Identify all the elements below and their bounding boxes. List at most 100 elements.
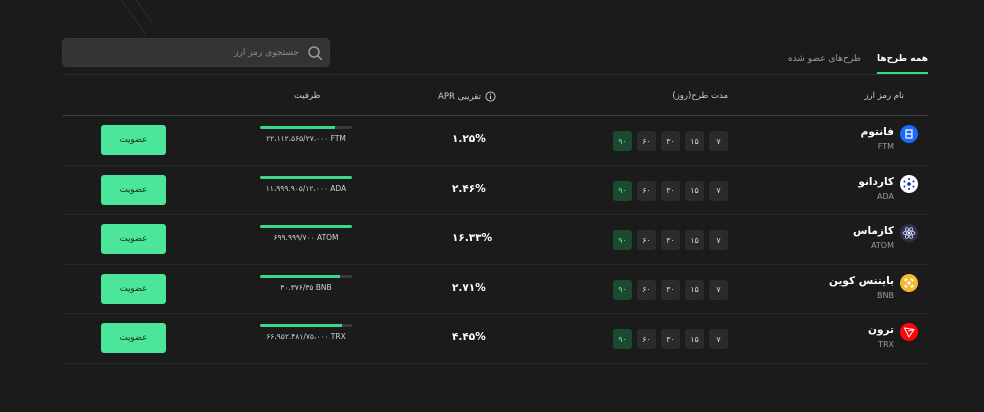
period-option-button[interactable]: ۶۰ xyxy=(637,180,656,201)
crypto-name: کازماس xyxy=(852,225,894,237)
period-option-button[interactable]: ۹۰ xyxy=(613,279,632,300)
period-option-button[interactable]: ۶۰ xyxy=(637,131,656,151)
apr-value: ۲.۴۶% xyxy=(452,182,486,195)
period-option-button[interactable]: ۹۰ xyxy=(613,329,632,349)
search-input[interactable] xyxy=(71,43,299,63)
tron-icon xyxy=(900,323,918,341)
crypto-text: فانتوم FTM xyxy=(861,125,894,151)
crypto-cell: بایننس کوین BNB xyxy=(829,273,918,300)
table-row: بایننس کوین BNB ۷ ۱۵ ۳۰ ۶۰ ۹۰ ۲.۷۱% ۳۰.۳۷۶/۳… xyxy=(62,265,928,314)
capacity-progress-fill xyxy=(260,175,352,179)
crypto-text: کاردانو ADA xyxy=(858,175,894,201)
capacity-progress-fill xyxy=(260,126,336,129)
crypto-text: کازماس ATOM xyxy=(853,224,894,250)
period-selector: ۷ ۱۵ ۳۰ ۶۰ ۹۰ xyxy=(613,131,728,151)
period-option-button[interactable]: ۱۵ xyxy=(685,279,704,300)
tab-joined-plans[interactable]: طرح‌های عضو شده xyxy=(788,50,861,74)
crypto-cell: فانتوم FTM xyxy=(861,125,918,151)
capacity-cell: ۱۱،۹۹۹.۹۰۵/۱۲،۰۰۰ ADA xyxy=(260,175,352,193)
period-option-button[interactable]: ۶۰ xyxy=(637,230,656,250)
crypto-name: فانتوم xyxy=(860,126,894,138)
apr-value: ۱.۲۵% xyxy=(452,133,486,145)
period-option-button[interactable]: ۳۰ xyxy=(661,230,680,250)
crypto-symbol: FTM xyxy=(877,142,894,151)
crypto-cell: ترون TRX xyxy=(868,323,918,349)
table-row: کازماس ATOM ۷ ۱۵ ۳۰ ۶۰ ۹۰ ۱۶.۳۳% ۶۹۹.۹۹۹/۷۰۰… xyxy=(62,215,928,265)
capacity-text: ۶۶،۹۵۲.۴۸۱/۷۵،۰۰۰ TRX xyxy=(266,332,346,341)
period-option-button[interactable]: ۷ xyxy=(709,131,728,151)
period-option-button[interactable]: ۱۵ xyxy=(685,230,704,250)
capacity-text: ۶۹۹.۹۹۹/۷۰۰ ATOM xyxy=(273,233,339,242)
join-button[interactable]: عضویت xyxy=(101,224,166,254)
binance-coin-icon xyxy=(900,273,918,292)
capacity-progress-bar xyxy=(260,225,352,228)
apr-value: ۲.۷۱% xyxy=(452,281,486,294)
search-box[interactable] xyxy=(62,38,330,67)
period-option-button[interactable]: ۱۵ xyxy=(685,180,704,201)
period-option-button[interactable]: ۶۰ xyxy=(637,329,656,349)
crypto-cell: کاردانو ADA xyxy=(858,174,918,201)
period-option-button[interactable]: ۷ xyxy=(709,279,728,300)
period-option-button[interactable]: ۷ xyxy=(709,230,728,250)
header-capacity: ظرفیت xyxy=(294,91,321,101)
header-crypto-name: نام رمز ارز xyxy=(864,91,904,101)
capacity-progress-bar xyxy=(260,274,352,278)
join-button[interactable]: عضویت xyxy=(101,273,166,304)
period-selector: ۷ ۱۵ ۳۰ ۶۰ ۹۰ xyxy=(613,180,728,201)
table-row: کاردانو ADA ۷ ۱۵ ۳۰ ۶۰ ۹۰ ۲.۴۶% ۱۱،۹۹۹.۹۰۵/۱… xyxy=(62,166,928,215)
table-body: فانتوم FTM ۷ ۱۵ ۳۰ ۶۰ ۹۰ ۱.۲۵% ۲۲،۱۱۲،۵۶۵/۲۷… xyxy=(62,116,928,364)
header-apr-label: APR تقریبی xyxy=(438,91,481,102)
crypto-symbol: BNB xyxy=(877,290,894,300)
capacity-progress-bar xyxy=(260,126,352,129)
period-option-button[interactable]: ۱۵ xyxy=(685,131,704,151)
period-option-button[interactable]: ۳۰ xyxy=(661,329,680,349)
join-button[interactable]: عضویت xyxy=(101,323,166,353)
join-button[interactable]: عضویت xyxy=(101,125,166,155)
fantom-icon xyxy=(900,125,918,143)
crypto-symbol: ATOM xyxy=(871,241,894,250)
period-option-button[interactable]: ۹۰ xyxy=(613,180,632,201)
capacity-progress-bar xyxy=(260,175,352,179)
tab-bar: همه طرح‌ها طرح‌های عضو شده xyxy=(788,50,928,74)
crypto-name: بایننس کوین xyxy=(829,274,894,287)
period-selector: ۷ ۱۵ ۳۰ ۶۰ ۹۰ xyxy=(613,329,728,349)
capacity-progress-fill xyxy=(260,225,352,228)
period-selector: ۷ ۱۵ ۳۰ ۶۰ ۹۰ xyxy=(613,279,728,300)
period-option-button[interactable]: ۳۰ xyxy=(661,279,680,300)
cosmos-icon xyxy=(900,224,918,242)
background-decoration-line xyxy=(128,0,153,23)
staking-table: نام رمز ارز مدت طرح(روز) APR تقریبی ظرفی… xyxy=(62,74,928,364)
capacity-text: ۳۰.۳۷۶/۳۵ BNB xyxy=(280,282,332,292)
info-icon[interactable] xyxy=(485,91,496,102)
capacity-cell: ۶۶،۹۵۲.۴۸۱/۷۵،۰۰۰ TRX xyxy=(260,324,352,341)
period-option-button[interactable]: ۳۰ xyxy=(661,131,680,151)
join-button[interactable]: عضویت xyxy=(101,174,166,205)
period-option-button[interactable]: ۹۰ xyxy=(613,230,632,250)
capacity-cell: ۳۰.۳۷۶/۳۵ BNB xyxy=(260,274,352,292)
apr-value: ۱۶.۳۳% xyxy=(452,232,493,244)
crypto-name: کاردانو xyxy=(858,175,894,188)
cardano-icon xyxy=(900,174,918,193)
period-option-button[interactable]: ۷ xyxy=(709,329,728,349)
period-option-button[interactable]: ۱۵ xyxy=(685,329,704,349)
search-icon xyxy=(308,46,323,61)
period-option-button[interactable]: ۹۰ xyxy=(613,131,632,151)
capacity-text: ۱۱،۹۹۹.۹۰۵/۱۲،۰۰۰ ADA xyxy=(265,183,347,193)
crypto-name: ترون xyxy=(868,324,894,336)
crypto-symbol: ADA xyxy=(877,191,894,201)
capacity-progress-bar xyxy=(260,324,352,327)
period-option-button[interactable]: ۳۰ xyxy=(661,180,680,201)
tab-all-plans[interactable]: همه طرح‌ها xyxy=(876,50,928,74)
header-apr: APR تقریبی xyxy=(438,91,496,102)
table-header: نام رمز ارز مدت طرح(روز) APR تقریبی ظرفی… xyxy=(62,74,928,116)
capacity-cell: ۶۹۹.۹۹۹/۷۰۰ ATOM xyxy=(260,225,352,242)
table-row: فانتوم FTM ۷ ۱۵ ۳۰ ۶۰ ۹۰ ۱.۲۵% ۲۲،۱۱۲،۵۶۵/۲۷… xyxy=(62,116,928,166)
crypto-cell: کازماس ATOM xyxy=(853,224,918,250)
crypto-text: بایننس کوین BNB xyxy=(829,274,894,300)
crypto-symbol: TRX xyxy=(878,340,894,349)
table-row: ترون TRX ۷ ۱۵ ۳۰ ۶۰ ۹۰ ۴.۴۵% ۶۶،۹۵۲.۴۸۱/۷۵،۰… xyxy=(62,314,928,364)
period-option-button[interactable]: ۶۰ xyxy=(637,279,656,300)
period-selector: ۷ ۱۵ ۳۰ ۶۰ ۹۰ xyxy=(613,230,728,250)
capacity-cell: ۲۲،۱۱۲،۵۶۵/۲۷،۰۰۰ FTM xyxy=(260,126,352,143)
period-option-button[interactable]: ۷ xyxy=(709,180,728,201)
